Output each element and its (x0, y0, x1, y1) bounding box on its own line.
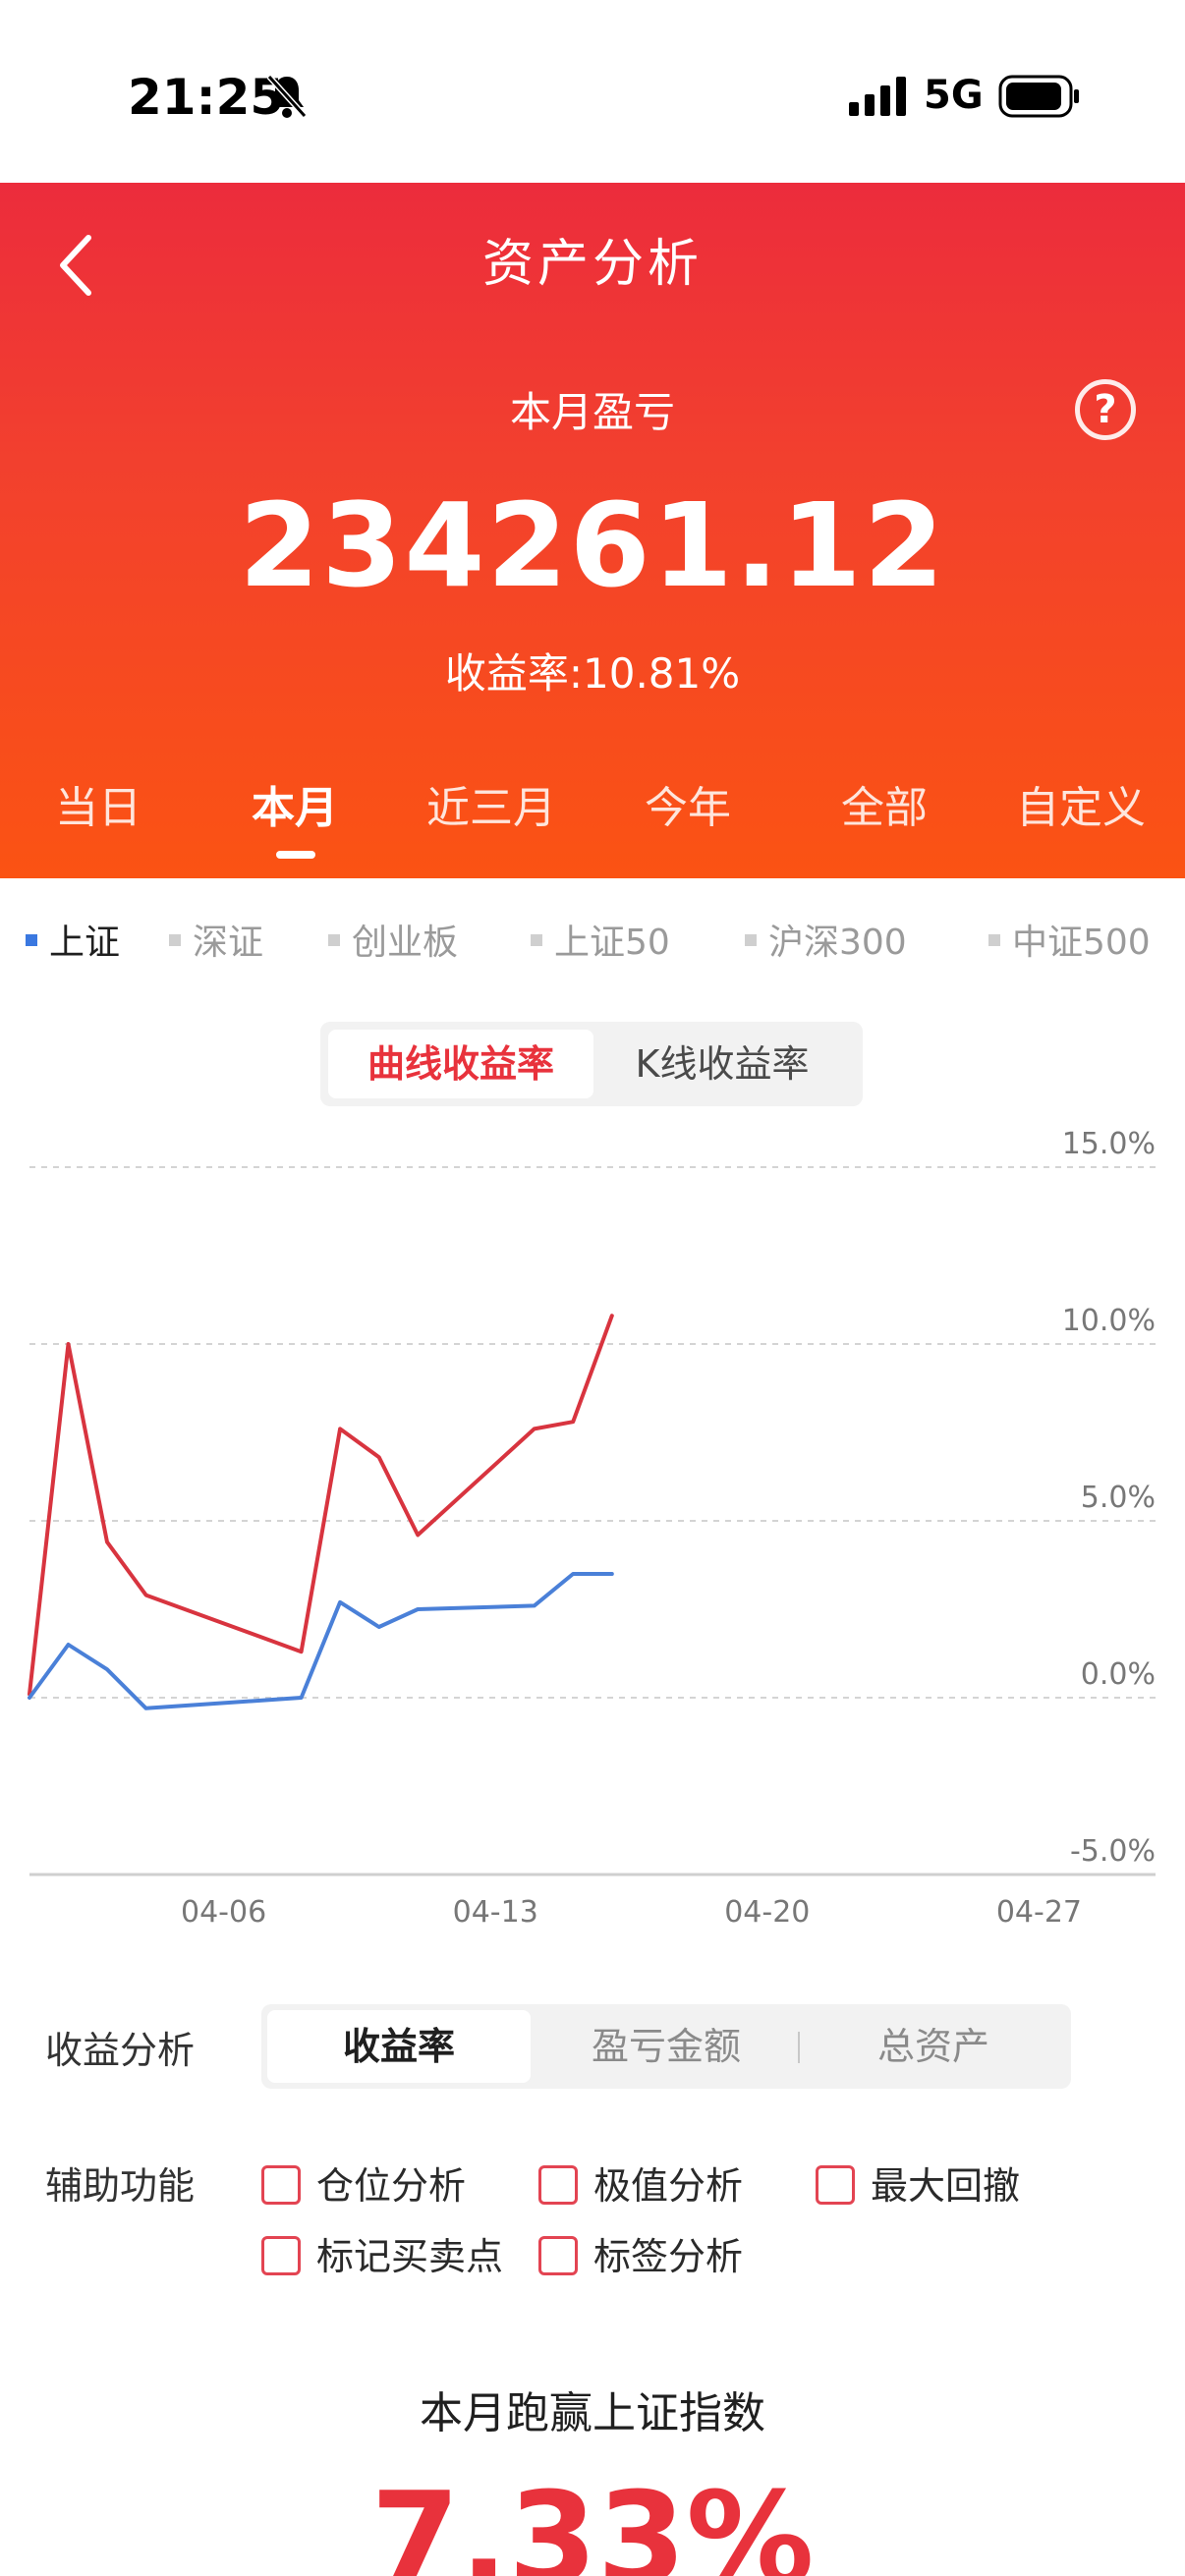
status-time: 21:25 (128, 69, 285, 126)
index-label: 沪深300 (768, 923, 907, 963)
month-pnl-label: 本月盈亏 (509, 388, 675, 436)
index-label: 中证500 (1012, 923, 1151, 963)
checkbox-label: 标签分析 (593, 2235, 744, 2278)
tab-custom[interactable]: 自定义 (983, 772, 1179, 835)
outperform-title: 本月跑赢上证指数 (420, 2388, 765, 2438)
legend-dot-icon (988, 934, 1000, 946)
y-tick-label: -5.0% (1070, 1834, 1156, 1869)
index-item-csi500[interactable]: 中证500 (988, 914, 1151, 965)
month-pnl-amount: 234261.12 (239, 477, 946, 613)
checkbox-label: 极值分析 (593, 2164, 744, 2208)
signal-icon (849, 77, 906, 116)
tab-all[interactable]: 全部 (786, 772, 983, 835)
tab-today[interactable]: 当日 (0, 772, 197, 835)
index-item-csi300[interactable]: 沪深300 (745, 914, 907, 965)
x-tick-label: 04-27 (996, 1895, 1082, 1930)
y-tick-label: 15.0% (1062, 1127, 1156, 1161)
checkbox-max-drawdown[interactable]: 最大回撤 (816, 2156, 1020, 2210)
index-return-line (28, 1572, 614, 1710)
checkbox-label: 仓位分析 (316, 2164, 467, 2208)
checkbox-icon (261, 2164, 301, 2205)
aux-label: 辅助功能 (45, 2164, 196, 2208)
page-title: 资产分析 (481, 235, 703, 294)
network-label: 5G (924, 73, 984, 118)
toggle-kline-return[interactable]: K线收益率 (590, 1030, 855, 1098)
index-selector: 上证 深证 创业板 上证50 沪深300 中证500 (0, 914, 1185, 973)
legend-dot-icon (169, 934, 181, 946)
checkbox-position-analysis[interactable]: 仓位分析 (261, 2156, 466, 2210)
segment-pnl-amount[interactable]: 盈亏金额 (535, 2010, 798, 2083)
portfolio-return-line (28, 1314, 614, 1697)
checkbox-buy-sell-points[interactable]: 标记买卖点 (261, 2226, 503, 2280)
index-item-shenzhen[interactable]: 深证 (169, 914, 263, 965)
index-label: 深证 (193, 923, 264, 963)
status-bar: 21:25 5G (0, 0, 1185, 183)
legend-dot-icon (745, 934, 757, 946)
segment-return-rate[interactable]: 收益率 (267, 2010, 531, 2083)
question-circle-icon[interactable]: ? (1075, 379, 1136, 440)
x-tick-label: 04-06 (181, 1895, 266, 1930)
legend-dot-icon (531, 934, 542, 946)
checkbox-extreme-analysis[interactable]: 极值分析 (538, 2156, 743, 2210)
return-chart: 15.0% 10.0% 5.0% 0.0% -5.0% 04-06 04-13 04-20 04… (28, 1127, 1156, 1930)
checkbox-label: 最大回撤 (871, 2164, 1021, 2208)
tab-this-year[interactable]: 今年 (590, 772, 786, 835)
checkbox-icon (538, 2164, 578, 2205)
x-tick-label: 04-20 (724, 1895, 810, 1930)
y-tick-label: 0.0% (1081, 1657, 1156, 1692)
checkbox-icon (261, 2235, 301, 2275)
index-item-sse50[interactable]: 上证50 (531, 914, 670, 965)
chart-mode-toggle: 曲线收益率 K线收益率 (320, 1022, 863, 1106)
x-tick-label: 04-13 (453, 1895, 538, 1930)
battery-icon (998, 75, 1079, 118)
asset-header: 资产分析 本月盈亏 ? 234261.12 收益率:10.81% 当日 本月 近… (0, 183, 1185, 878)
analysis-segment: 收益率 盈亏金额 总资产 (261, 2004, 1071, 2089)
outperform-value: 7.33% (370, 2464, 815, 2576)
index-label: 上证50 (554, 923, 670, 963)
checkbox-tag-analysis[interactable]: 标签分析 (538, 2226, 743, 2280)
tab-this-month[interactable]: 本月 (197, 772, 393, 835)
y-tick-label: 5.0% (1081, 1481, 1156, 1515)
segment-divider (798, 2032, 800, 2063)
tab-three-months[interactable]: 近三月 (393, 772, 590, 835)
return-rate: 收益率:10.81% (444, 649, 741, 698)
y-tick-label: 10.0% (1062, 1304, 1156, 1338)
segment-total-assets[interactable]: 总资产 (802, 2010, 1065, 2083)
legend-dot-icon (26, 934, 37, 946)
index-item-chinext[interactable]: 创业板 (328, 914, 458, 965)
period-tabs: 当日 本月 近三月 今年 全部 自定义 (0, 772, 1185, 878)
index-label: 上证 (49, 923, 121, 963)
analysis-label: 收益分析 (45, 2029, 196, 2072)
bell-slash-icon (266, 74, 308, 119)
checkbox-icon (538, 2235, 578, 2275)
legend-dot-icon (328, 934, 340, 946)
index-label: 创业板 (352, 923, 459, 963)
tab-indicator (276, 851, 315, 859)
checkbox-label: 标记买卖点 (316, 2235, 504, 2278)
checkbox-icon (816, 2164, 855, 2205)
index-item-shanghai[interactable]: 上证 (26, 914, 120, 965)
toggle-curve-return[interactable]: 曲线收益率 (328, 1030, 593, 1098)
